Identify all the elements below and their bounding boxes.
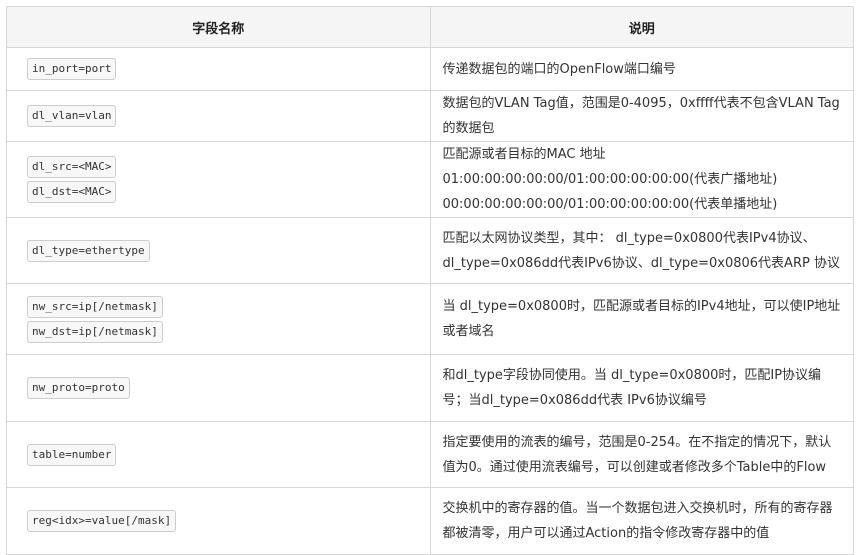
field-name-cell: dl_vlan=vlan bbox=[6, 90, 431, 142]
field-code: in_port=port bbox=[27, 58, 117, 80]
column-header-description: 说明 bbox=[429, 6, 854, 48]
field-name-cell: reg<idx>=value[/mask] bbox=[6, 487, 431, 555]
description-cell: 数据包的VLAN Tag值，范围是0-4095，0xffff代表不包含VLAN … bbox=[429, 90, 854, 142]
field-code: nw_dst=ip[/netmask] bbox=[27, 320, 163, 343]
field-code: dl_dst=<MAC> bbox=[27, 181, 117, 203]
field-name-cell: table=number bbox=[6, 421, 431, 488]
table-header-row: 字段名称 说明 bbox=[6, 6, 854, 48]
description-cell: 匹配源或者目标的MAC 地址 01:00:00:00:00:00/01:00:0… bbox=[429, 141, 854, 218]
field-code: dl_vlan=vlan bbox=[27, 105, 117, 127]
field-name-cell: in_port=port bbox=[6, 47, 431, 91]
table-row: in_port=port 传递数据包的端口的OpenFlow端口编号 bbox=[6, 47, 854, 91]
field-name-cell: nw_proto=proto bbox=[6, 354, 431, 422]
table-row: nw_src=ip[/netmask] nw_dst=ip[/netmask] … bbox=[6, 283, 854, 355]
field-code: dl_type=ethertype bbox=[27, 239, 150, 262]
field-name-cell: dl_type=ethertype bbox=[6, 217, 431, 284]
table-row: table=number 指定要使用的流表的编号，范围是0-254。在不指定的情… bbox=[6, 421, 854, 488]
table-row: dl_type=ethertype 匹配以太网协议类型，其中： dl_type=… bbox=[6, 217, 854, 284]
field-code: dl_src=<MAC> bbox=[27, 156, 117, 178]
field-name-cell: dl_src=<MAC> dl_dst=<MAC> bbox=[6, 141, 431, 218]
description-cell: 和dl_type字段协同使用。当 dl_type=0x0800时，匹配IP协议编… bbox=[429, 354, 854, 422]
field-code: table=number bbox=[27, 443, 117, 466]
table-row: reg<idx>=value[/mask] 交换机中的寄存器的值。当一个数据包进… bbox=[6, 487, 854, 555]
description-cell: 交换机中的寄存器的值。当一个数据包进入交换机时，所有的寄存器都被清零，用户可以通… bbox=[429, 487, 854, 555]
field-name-cell: nw_src=ip[/netmask] nw_dst=ip[/netmask] bbox=[6, 283, 431, 355]
field-code: nw_src=ip[/netmask] bbox=[27, 295, 163, 318]
field-code: nw_proto=proto bbox=[27, 377, 130, 399]
field-spec-table: 字段名称 说明 in_port=port 传递数据包的端口的OpenFlow端口… bbox=[6, 6, 854, 555]
description-cell: 指定要使用的流表的编号，范围是0-254。在不指定的情况下，默认值为0。通过使用… bbox=[429, 421, 854, 488]
description-cell: 匹配以太网协议类型，其中： dl_type=0x0800代表IPv4协议、dl_… bbox=[429, 217, 854, 284]
table-row: nw_proto=proto 和dl_type字段协同使用。当 dl_type=… bbox=[6, 354, 854, 422]
table-row: dl_vlan=vlan 数据包的VLAN Tag值，范围是0-4095，0xf… bbox=[6, 90, 854, 142]
description-cell: 传递数据包的端口的OpenFlow端口编号 bbox=[429, 47, 854, 91]
description-cell: 当 dl_type=0x0800时，匹配源或者目标的IPv4地址，可以使IP地址… bbox=[429, 283, 854, 355]
table-row: dl_src=<MAC> dl_dst=<MAC> 匹配源或者目标的MAC 地址… bbox=[6, 141, 854, 218]
field-code: reg<idx>=value[/mask] bbox=[27, 510, 177, 532]
column-header-field-name: 字段名称 bbox=[6, 6, 431, 48]
